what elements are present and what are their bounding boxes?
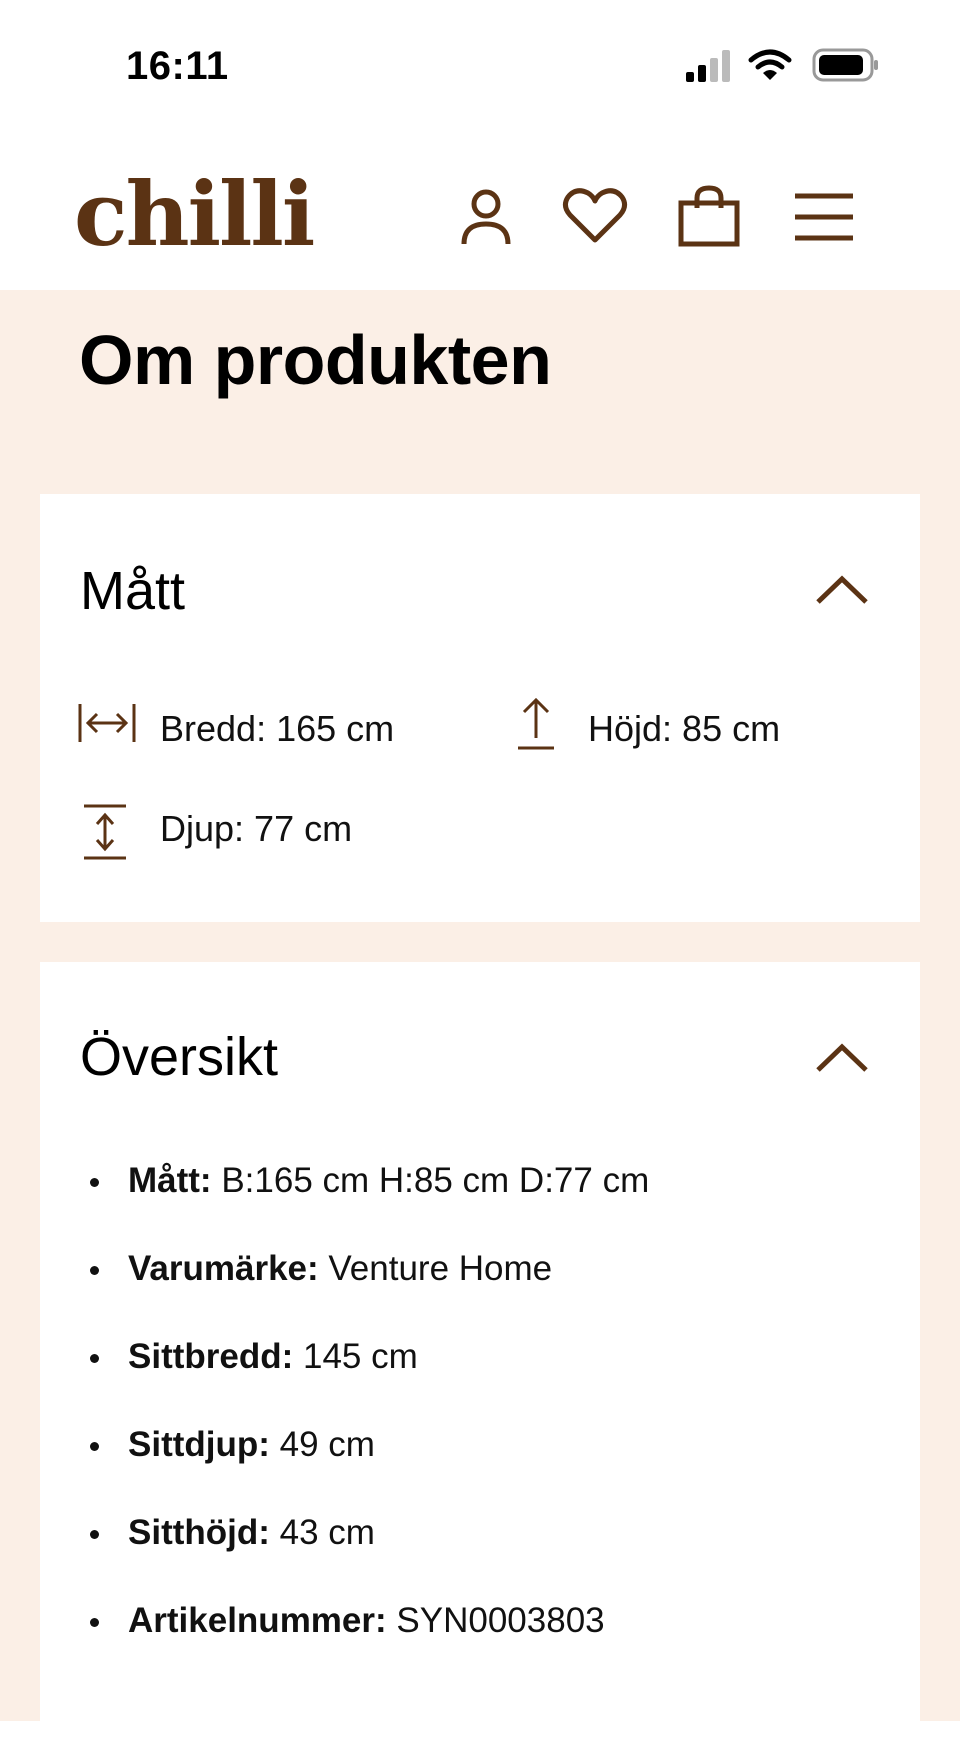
list-item: Mått: B:165 cm H:85 cm D:77 cm xyxy=(80,1162,880,1250)
chilli-logo[interactable]: chilli xyxy=(74,170,315,258)
overview-card: Översikt Mått: B:165 cm H:85 cm D:77 cm … xyxy=(40,962,920,1742)
shopping-bag-icon[interactable] xyxy=(674,182,744,252)
list-item: Sittbredd: 145 cm xyxy=(80,1338,880,1426)
width-arrows-icon xyxy=(78,704,136,742)
dimensions-card-title: Mått xyxy=(80,561,186,621)
list-item: Sitthöjd: 43 cm xyxy=(80,1514,880,1602)
account-icon[interactable] xyxy=(451,182,521,252)
wifi-icon xyxy=(748,49,792,80)
overview-key: Sittdjup: xyxy=(128,1425,270,1464)
chevron-up-icon[interactable] xyxy=(814,574,870,606)
cellular-signal-icon xyxy=(686,50,730,82)
dimension-height-label: Höjd: 85 cm xyxy=(588,708,781,749)
dimensions-card: Mått Bredd: 165 cm Höjd: 85 cm Djup: 77 … xyxy=(40,494,920,922)
overview-card-title: Översikt xyxy=(80,1027,279,1087)
list-item: Varumärke: Venture Home xyxy=(80,1250,880,1338)
list-item: Sittdjup: 49 cm xyxy=(80,1426,880,1514)
depth-arrows-icon xyxy=(84,804,126,860)
overview-key: Mått: xyxy=(128,1161,212,1200)
dimension-width: Bredd: 165 cm xyxy=(76,698,456,758)
overview-key: Artikelnummer: xyxy=(128,1601,387,1640)
page-title: Om produkten xyxy=(79,321,552,399)
dimension-height: Höjd: 85 cm xyxy=(512,694,892,754)
height-arrow-icon xyxy=(518,697,554,750)
overview-value: SYN0003803 xyxy=(386,1601,605,1640)
overview-key: Varumärke: xyxy=(128,1249,319,1288)
list-item: Artikelnummer: SYN0003803 xyxy=(80,1602,880,1690)
battery-icon xyxy=(812,48,878,82)
overview-key: Sitthöjd: xyxy=(128,1513,270,1552)
overview-value: 49 cm xyxy=(269,1425,375,1464)
overview-key: Sittbredd: xyxy=(128,1337,294,1376)
overview-value: 145 cm xyxy=(293,1337,418,1376)
dimension-depth: Djup: 77 cm xyxy=(76,802,456,862)
status-time: 16:11 xyxy=(126,44,229,88)
chevron-up-icon[interactable] xyxy=(814,1042,870,1074)
site-header: chilli xyxy=(0,140,960,290)
heart-icon[interactable] xyxy=(560,182,630,252)
overview-list: Mått: B:165 cm H:85 cm D:77 cm Varumärke… xyxy=(80,1162,880,1690)
main-content: Om produkten Mått Bredd: 165 cm Höjd: 85… xyxy=(0,290,960,1742)
overview-value: 43 cm xyxy=(269,1513,375,1552)
dimension-width-label: Bredd: 165 cm xyxy=(160,708,395,749)
overview-value: B:165 cm H:85 cm D:77 cm xyxy=(211,1161,650,1200)
menu-icon[interactable] xyxy=(789,182,859,252)
overview-value: Venture Home xyxy=(318,1249,553,1288)
status-bar: 16:11 xyxy=(0,0,960,140)
dimension-depth-label: Djup: 77 cm xyxy=(160,808,353,849)
